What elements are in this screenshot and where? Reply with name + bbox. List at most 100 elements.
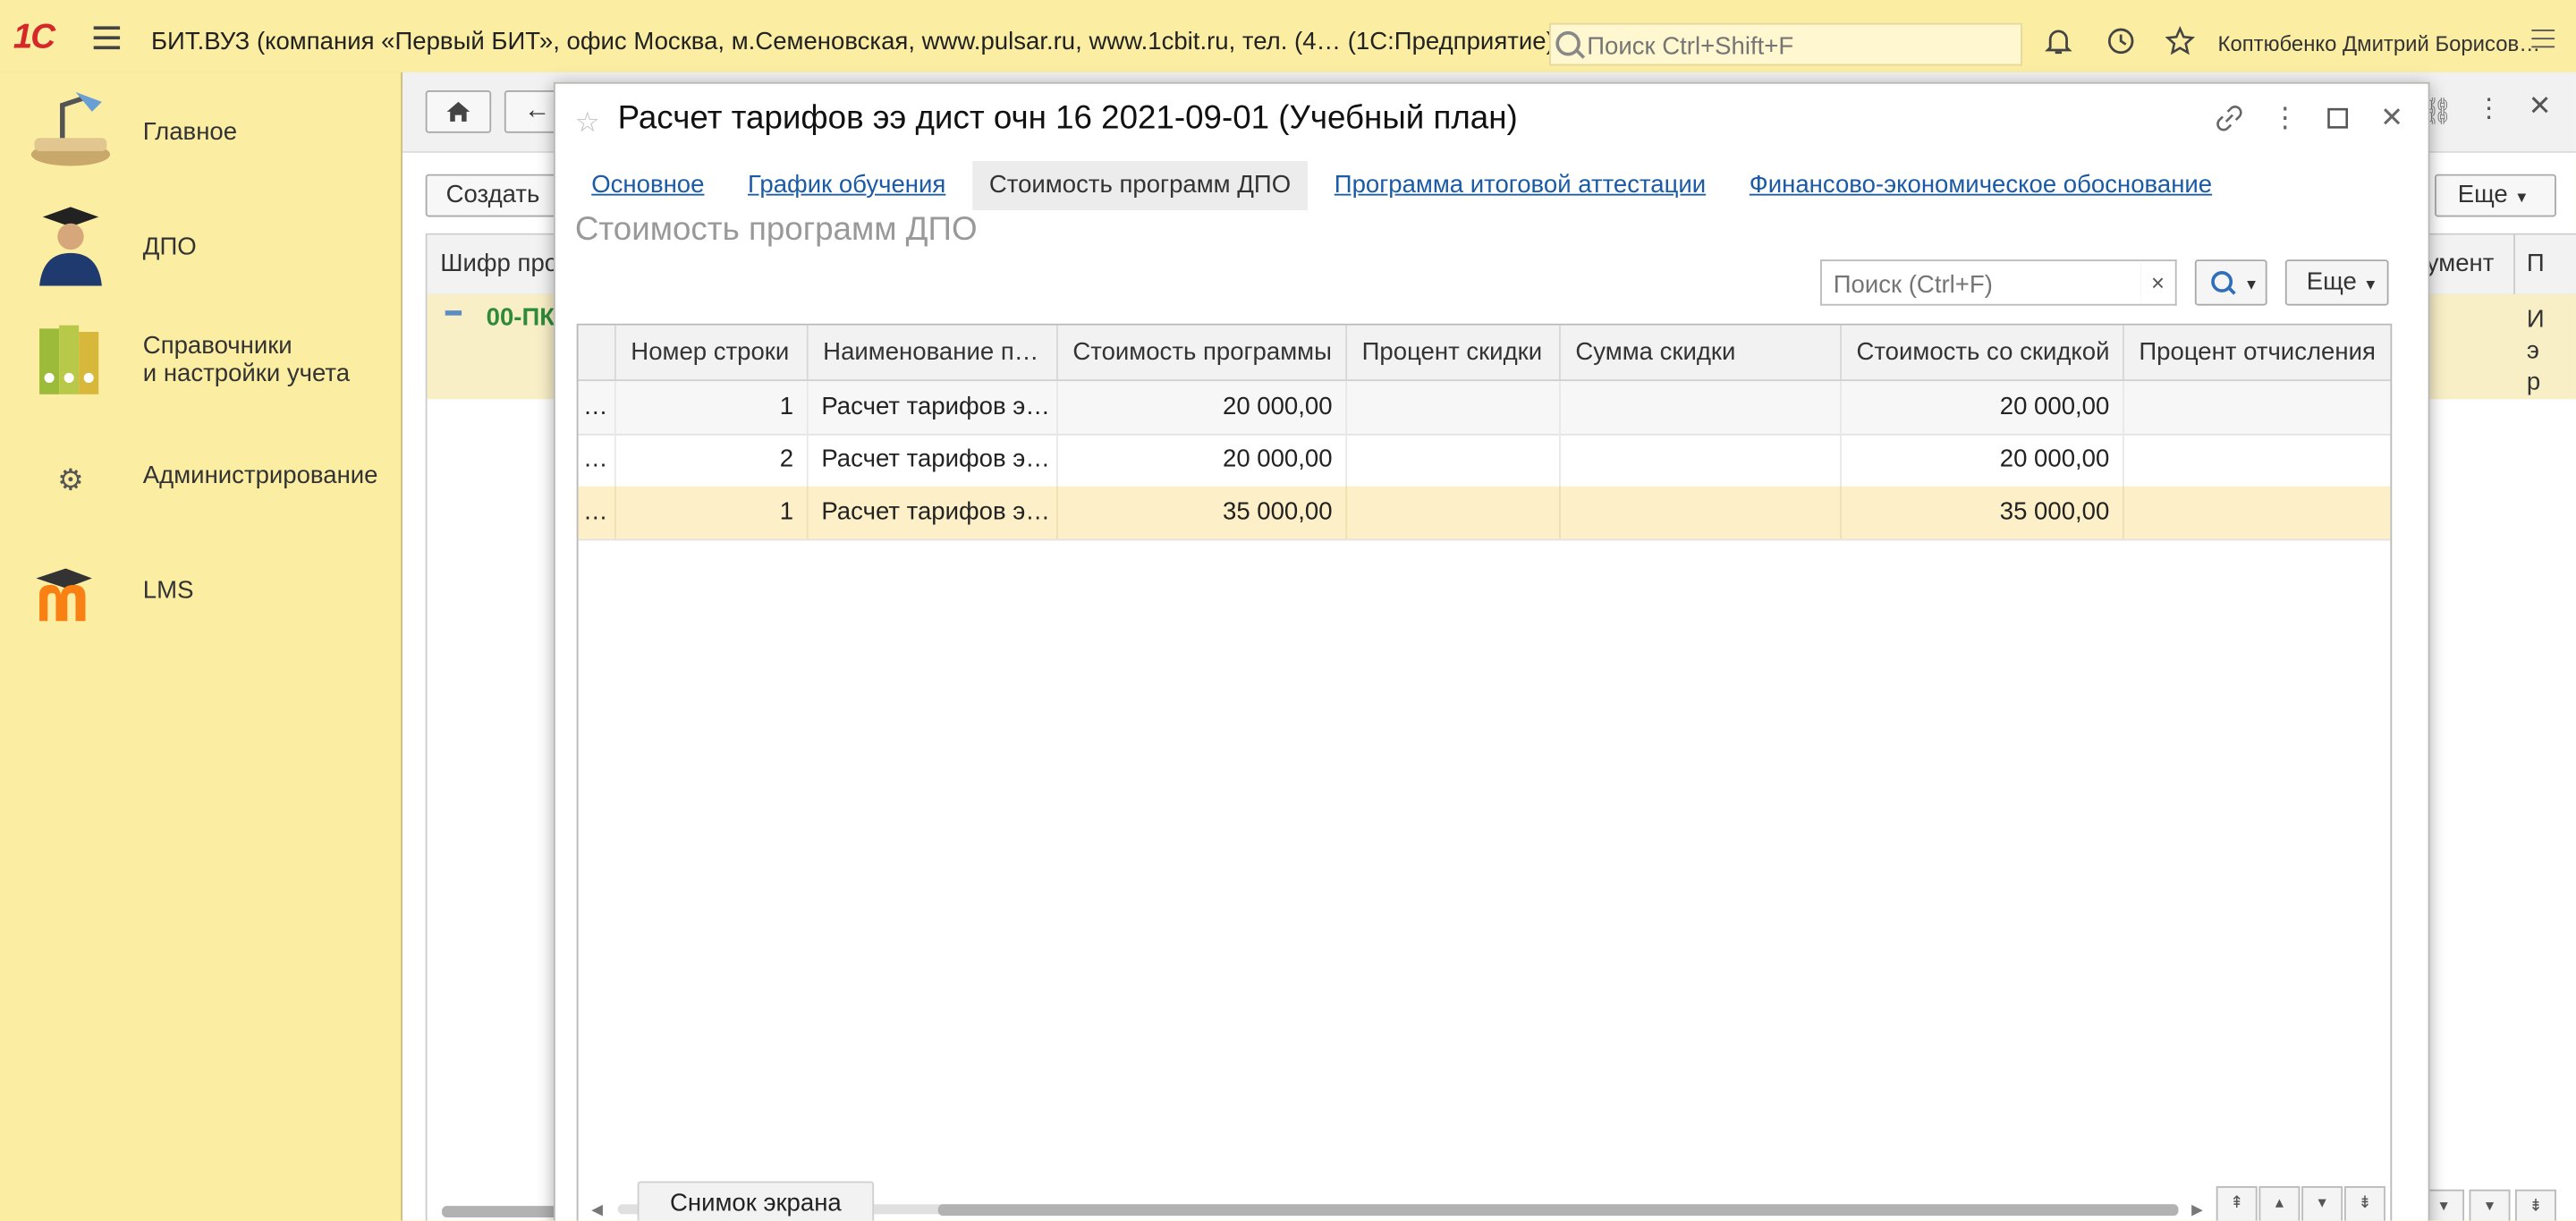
cell-program-cost: 20 000,00 xyxy=(1058,381,1348,434)
bg-nav-last-button[interactable]: ⇟ xyxy=(2514,1189,2556,1221)
collapse-icon[interactable] xyxy=(445,310,462,316)
table-row[interactable]: … 2 Расчет тарифов э… 20 000,00 20 000,0… xyxy=(578,433,2391,488)
cell-cost-with-discount: 20 000,00 xyxy=(1842,381,2124,434)
bg-col-document: умент xyxy=(2426,250,2495,278)
close-icon[interactable]: ✕ xyxy=(2377,103,2407,133)
sections-sidebar: Главное ДПО Справочники и настройки учет… xyxy=(0,72,402,1221)
find-button[interactable]: ▼ xyxy=(2194,259,2267,306)
1c-logo[interactable]: 1С xyxy=(13,18,55,57)
tab-schedule[interactable]: График обучения xyxy=(732,161,962,210)
cell-discount-sum xyxy=(1561,433,1842,487)
scroll-thumb[interactable] xyxy=(937,1204,2179,1217)
cell-discount-percent xyxy=(1347,433,1561,487)
prev-row-button[interactable]: ▴ xyxy=(2258,1186,2301,1221)
cell-discount-sum xyxy=(1561,486,1842,539)
document-window: ☆ Расчет тарифов ээ дист очн 16 2021-09-… xyxy=(553,81,2430,1221)
next-row-button[interactable]: ▾ xyxy=(2301,1186,2343,1221)
tab-financial-justification[interactable]: Финансово-экономическое обоснование xyxy=(1733,161,2228,210)
more-vertical-icon[interactable]: ⋮ xyxy=(2476,92,2502,125)
app-title: БИТ.ВУЗ (компания «Первый БИТ», офис Мос… xyxy=(150,28,1555,56)
user-name[interactable]: Коптюбенко Дмитрий Борисов… xyxy=(2218,31,2541,56)
column-header-lead[interactable] xyxy=(579,325,616,380)
cell-name: Расчет тарифов э… xyxy=(809,381,1058,434)
table-row[interactable]: … 1 Расчет тарифов э… 20 000,00 20 000,0… xyxy=(578,381,2391,436)
bg-nav-down-button[interactable]: ▾ xyxy=(2469,1189,2511,1221)
snapshot-button[interactable]: Снимок экрана xyxy=(637,1181,875,1221)
section-title: Стоимость программ ДПО xyxy=(574,211,978,249)
gear-icon: ⚙ xyxy=(57,462,84,496)
search-icon xyxy=(1555,30,1580,56)
link-icon[interactable] xyxy=(2215,104,2244,133)
cell-deduction-percent xyxy=(2124,381,2391,434)
cell-row-number: 2 xyxy=(616,433,809,487)
more-button[interactable]: Еще ▼ xyxy=(2284,259,2389,306)
history-icon[interactable] xyxy=(2106,26,2136,55)
tab-main[interactable]: Основное xyxy=(575,161,721,210)
favorite-star-icon[interactable]: ☆ xyxy=(575,106,600,140)
sidebar-item-label: LMS xyxy=(142,576,194,605)
column-header-row-number[interactable]: Номер строки xyxy=(616,325,809,380)
close-icon[interactable]: ✕ xyxy=(2529,90,2552,123)
tab-final-attestation[interactable]: Программа итоговой аттестации xyxy=(1318,161,1722,210)
form-tabs: Основное График обучения Стоимость прогр… xyxy=(575,160,2232,211)
sidebar-item-administration[interactable]: ⚙ Администрирование xyxy=(0,428,401,526)
cell-lead: … xyxy=(579,486,616,539)
maximize-icon[interactable] xyxy=(2323,104,2352,133)
cell-row-number: 1 xyxy=(616,381,809,434)
search-icon xyxy=(2211,271,2233,293)
last-row-button[interactable]: ⇟ xyxy=(2343,1186,2385,1221)
table-header: Номер строки Наименование п… Стоимость п… xyxy=(578,325,2391,382)
column-header-discount-sum[interactable]: Сумма скидки xyxy=(1561,325,1842,380)
cell-program-cost: 20 000,00 xyxy=(1058,433,1348,487)
sidebar-item-lms[interactable]: LMS xyxy=(0,542,401,640)
more-button-label: Еще xyxy=(2306,267,2357,296)
column-header-deduction-percent[interactable]: Процент отчисления xyxy=(2124,326,2391,380)
more-vertical-icon[interactable]: ⋮ xyxy=(2270,103,2300,133)
cell-row-number: 1 xyxy=(616,486,809,539)
home-button[interactable] xyxy=(425,90,492,133)
chevron-down-icon: ▼ xyxy=(2243,276,2259,293)
global-search-input[interactable] xyxy=(1583,28,2018,64)
cell-name: Расчет тарифов э… xyxy=(809,486,1058,539)
cell-name: Расчет тарифов э… xyxy=(809,433,1058,487)
column-header-name[interactable]: Наименование п… xyxy=(809,325,1058,380)
global-search[interactable] xyxy=(1549,22,2022,66)
table-row-selected[interactable]: … 1 Расчет тарифов э… 35 000,00 35 000,0… xyxy=(578,486,2391,541)
cell-lead: … xyxy=(579,433,616,487)
favorites-star-icon[interactable] xyxy=(2165,25,2196,55)
sidebar-item-main[interactable]: Главное xyxy=(0,82,401,181)
cell-cost-with-discount: 20 000,00 xyxy=(1842,433,2124,487)
column-header-discount-percent[interactable]: Процент скидки xyxy=(1347,325,1561,380)
cell-discount-percent xyxy=(1347,381,1561,434)
tab-program-cost[interactable]: Стоимость программ ДПО xyxy=(972,160,1308,211)
cell-discount-sum xyxy=(1561,381,1842,434)
table-search[interactable] xyxy=(1820,259,2143,306)
sidebar-item-dpo[interactable]: ДПО xyxy=(0,197,401,295)
sidebar-item-references[interactable]: Справочники и настройки учета xyxy=(0,312,401,411)
sidebar-item-label-line2: и настройки учета xyxy=(142,360,351,388)
program-cost-table[interactable]: Номер строки Наименование п… Стоимость п… xyxy=(576,323,2393,1221)
clear-search-button[interactable]: × xyxy=(2140,259,2177,306)
cell-cost-with-discount: 35 000,00 xyxy=(1842,486,2124,539)
bg-col-divider xyxy=(2513,234,2515,294)
bg-col-code: Шифр про xyxy=(440,250,559,278)
window-title: Расчет тарифов ээ дист очн 16 2021-09-01… xyxy=(617,100,1518,137)
desk-lamp-icon xyxy=(26,89,114,171)
column-header-cost-with-discount[interactable]: Стоимость со скидкой xyxy=(1842,325,2124,380)
column-header-program-cost[interactable]: Стоимость программы xyxy=(1058,325,1348,380)
first-row-button[interactable]: ⇞ xyxy=(2216,1186,2258,1221)
scroll-right-icon[interactable]: ▶ xyxy=(2191,1201,2203,1219)
bg-more-button[interactable]: Еще ▼ xyxy=(2434,174,2556,217)
chevron-down-icon: ▼ xyxy=(2363,276,2378,293)
bg-more-label: Еще xyxy=(2457,181,2508,209)
moodle-icon xyxy=(26,548,114,631)
bell-icon[interactable] xyxy=(2044,26,2073,55)
create-button[interactable]: Создать xyxy=(425,174,561,217)
sidebar-item-label: ДПО xyxy=(142,233,197,262)
table-search-input[interactable] xyxy=(1830,266,2133,302)
sidebar-item-label: Справочники и настройки учета xyxy=(143,332,350,387)
main-menu-icon[interactable] xyxy=(93,26,121,55)
settings-menu-icon[interactable] xyxy=(2531,30,2555,55)
cell-deduction-percent xyxy=(2124,434,2391,487)
scroll-left-icon[interactable]: ◀ xyxy=(591,1201,603,1219)
